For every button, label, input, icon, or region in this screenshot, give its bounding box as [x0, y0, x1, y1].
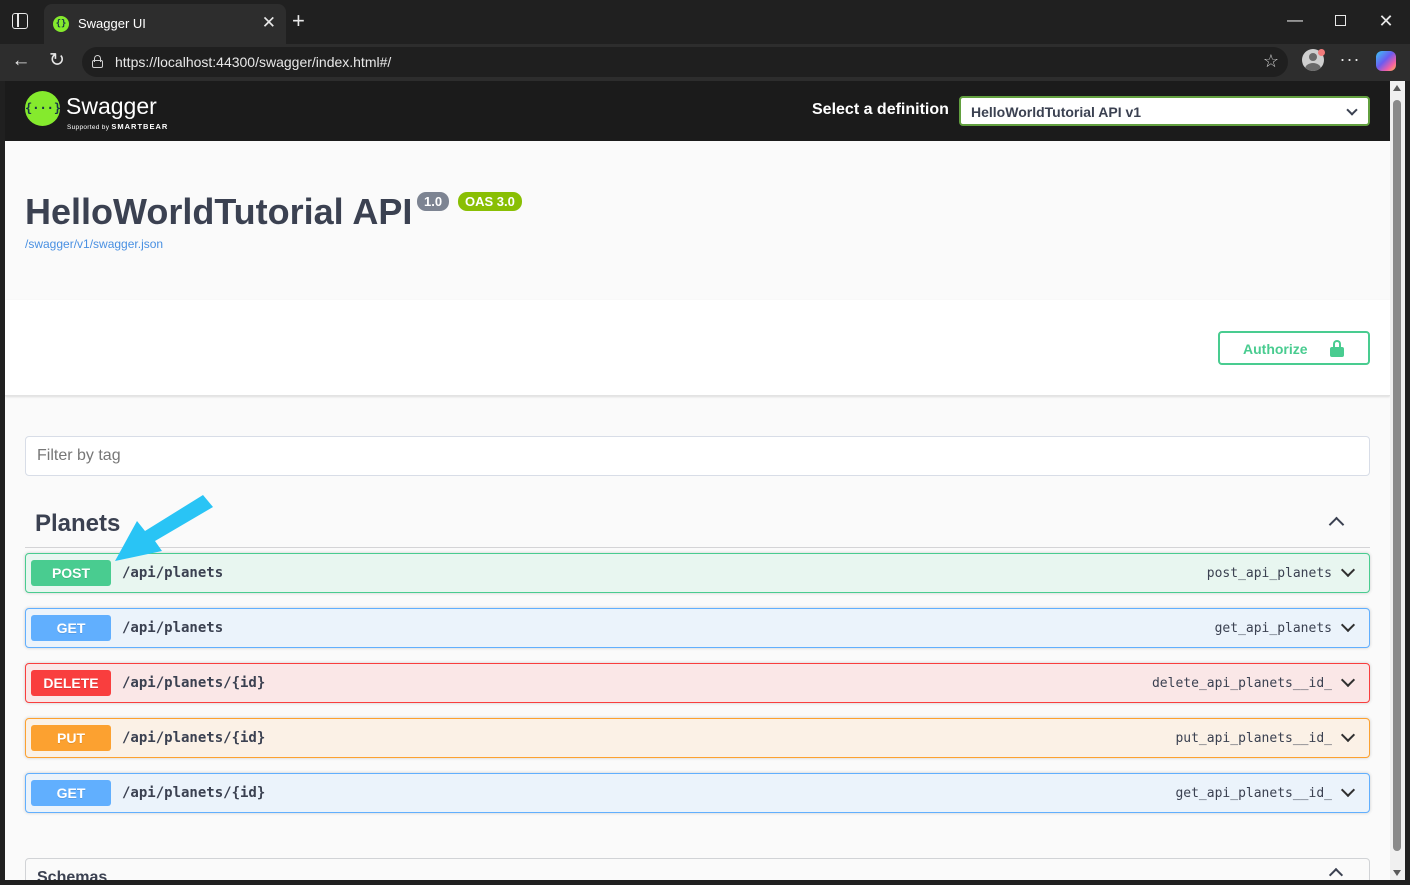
scroll-up-icon[interactable] [1393, 85, 1401, 91]
profile-notification-dot [1318, 49, 1325, 56]
plus-icon[interactable]: + [292, 9, 305, 33]
operation-path: /api/planets [122, 565, 224, 581]
oas-badge: OAS 3.0 [458, 192, 522, 211]
swagger-logo-icon[interactable]: {···} [25, 91, 61, 126]
schemas-title[interactable]: Schemas [37, 869, 107, 880]
browser-toolbar: ← ↻ https://localhost:44300/swagger/inde… [0, 44, 1410, 81]
operation-path: /api/planets/{id} [122, 675, 266, 691]
api-info: HelloWorldTutorial API 1.0 OAS 3.0 /swag… [5, 141, 1390, 300]
chevron-down-icon[interactable] [1340, 727, 1356, 743]
spec-link[interactable]: /swagger/v1/swagger.json [25, 237, 163, 251]
operation-id: delete_api_planets__id_ [1151, 676, 1332, 691]
maximize-icon[interactable] [1325, 10, 1355, 32]
swagger-favicon-icon: {} [53, 16, 69, 32]
tag-header-planets[interactable]: Planets [25, 501, 1370, 548]
window-close-icon[interactable]: ✕ [1371, 10, 1401, 32]
chevron-down-icon[interactable] [1340, 672, 1356, 688]
scrollbar[interactable] [1390, 81, 1405, 880]
authorize-label: Authorize [1243, 341, 1308, 357]
operation-path: /api/planets/{id} [122, 785, 266, 801]
scroll-thumb[interactable] [1393, 100, 1401, 851]
operation-id: get_api_planets [1214, 621, 1332, 636]
chevron-down-icon [1346, 104, 1358, 116]
operation-get-planet[interactable]: GET /api/planets/{id} get_api_planets__i… [25, 773, 1370, 813]
method-badge: PUT [31, 725, 111, 751]
operation-path: /api/planets [122, 620, 224, 636]
browser-titlebar: {} Swagger UI ✕ + — ✕ [0, 0, 1410, 44]
close-icon[interactable]: ✕ [262, 13, 276, 33]
chevron-down-icon[interactable] [1340, 617, 1356, 633]
operation-id: put_api_planets__id_ [1175, 731, 1332, 746]
logo-supported-by: Supported by SMARTBEAR [67, 122, 168, 131]
operation-id: get_api_planets__id_ [1175, 786, 1332, 801]
url-text[interactable]: https://localhost:44300/swagger/index.ht… [115, 54, 391, 70]
logo-name[interactable]: Swagger [66, 93, 157, 120]
page-title: HelloWorldTutorial API [25, 191, 413, 232]
page-viewport: {···} Swagger Supported by SMARTBEAR Sel… [5, 81, 1390, 880]
operation-delete-planet[interactable]: DELETE /api/planets/{id} delete_api_plan… [25, 663, 1370, 703]
method-badge: GET [31, 780, 111, 806]
logo-company: SMARTBEAR [111, 122, 169, 131]
scroll-down-icon[interactable] [1393, 870, 1401, 876]
chevron-down-icon[interactable] [1340, 562, 1356, 578]
filter-input[interactable] [25, 436, 1370, 476]
arrow-left-icon[interactable]: ← [8, 50, 34, 72]
definition-select-value: HelloWorldTutorial API v1 [971, 104, 1142, 120]
operation-path: /api/planets/{id} [122, 730, 266, 746]
operation-post-planets[interactable]: POST /api/planets post_api_planets [25, 553, 1370, 593]
star-icon[interactable]: ☆ [1263, 51, 1279, 71]
method-badge: GET [31, 615, 111, 641]
tag-name[interactable]: Planets [35, 510, 120, 538]
schemas-section[interactable]: Schemas [25, 858, 1370, 880]
operation-put-planet[interactable]: PUT /api/planets/{id} put_api_planets__i… [25, 718, 1370, 758]
method-badge: DELETE [31, 670, 111, 696]
copilot-icon[interactable] [1376, 51, 1396, 71]
minimize-icon[interactable]: — [1280, 10, 1310, 32]
address-bar[interactable]: https://localhost:44300/swagger/index.ht… [82, 47, 1288, 77]
operation-get-planets[interactable]: GET /api/planets get_api_planets [25, 608, 1370, 648]
browser-tab[interactable]: {} Swagger UI ✕ [44, 4, 286, 44]
scheme-container: Authorize [5, 300, 1390, 396]
authorize-button[interactable]: Authorize [1218, 331, 1370, 365]
annotation-arrow-icon [115, 495, 213, 561]
version-badge: 1.0 [417, 192, 450, 211]
definition-select[interactable]: HelloWorldTutorial API v1 [959, 96, 1370, 126]
operation-id: post_api_planets [1206, 566, 1332, 581]
method-badge: POST [31, 560, 111, 586]
chevron-down-icon[interactable] [1340, 782, 1356, 798]
chevron-up-icon[interactable] [1328, 867, 1344, 880]
unlock-icon [1330, 340, 1344, 357]
lock-icon[interactable] [92, 55, 103, 68]
tab-title: Swagger UI [78, 16, 146, 31]
swagger-topbar: {···} Swagger Supported by SMARTBEAR Sel… [5, 81, 1390, 141]
chevron-up-icon[interactable] [1328, 516, 1345, 533]
sidebar-icon[interactable] [12, 13, 28, 29]
more-icon[interactable]: ··· [1338, 49, 1362, 70]
reload-icon[interactable]: ↻ [44, 50, 70, 72]
select-definition-label: Select a definition [812, 101, 949, 118]
logo-supported-text: Supported by [67, 124, 110, 131]
